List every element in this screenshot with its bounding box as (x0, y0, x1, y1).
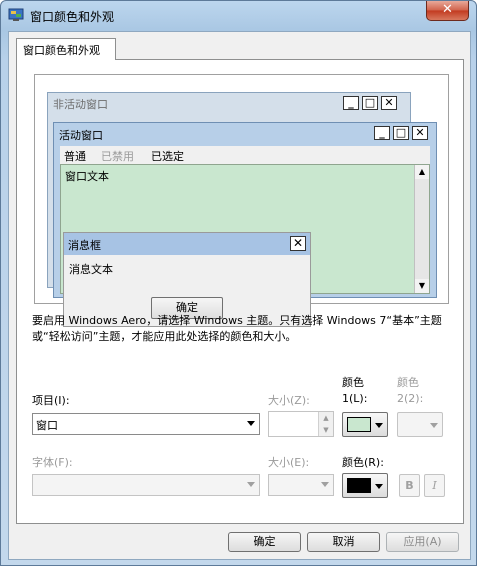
item-select-value: 窗口 (36, 419, 58, 432)
display-settings-icon (8, 8, 24, 21)
close-icon: ✕ (412, 126, 428, 140)
color2-button[interactable] (397, 412, 443, 437)
preview-menu-bar: 普通 已禁用 已选定 (60, 146, 430, 164)
dialog-client: 窗口颜色和外观 非活动窗口 _ □ ✕ 活动窗口 _ □ ✕ 普通 已禁用 已选… (8, 31, 471, 560)
appearance-preview: 非活动窗口 _ □ ✕ 活动窗口 _ □ ✕ 普通 已禁用 已选定 窗口文本 ▲… (34, 74, 449, 327)
item-select[interactable]: 窗口 (32, 413, 260, 435)
font-color-swatch (347, 478, 371, 493)
preview-desktop: 非活动窗口 _ □ ✕ 活动窗口 _ □ ✕ 普通 已禁用 已选定 窗口文本 ▲… (35, 75, 448, 327)
color1-swatch (347, 417, 371, 432)
spin-down-icon: ▼ (318, 424, 333, 436)
chevron-down-icon (247, 421, 255, 426)
item-label: 项目(I): (32, 394, 70, 407)
info-text: 要启用 Windows Aero，请选择 Windows 主题。只有选择 Win… (32, 314, 442, 343)
maximize-icon: □ (362, 96, 378, 110)
tab-panel: 非活动窗口 _ □ ✕ 活动窗口 _ □ ✕ 普通 已禁用 已选定 窗口文本 ▲… (16, 59, 464, 524)
apply-button[interactable]: 应用(A) (386, 532, 459, 552)
close-icon: ✕ (442, 2, 453, 17)
color2-label-line1: 颜色 (397, 376, 419, 389)
color2-label-line2: 2(2): (397, 392, 424, 405)
font-color-label: 颜色(R): (342, 456, 384, 469)
chevron-down-icon (375, 423, 383, 428)
message-box-title: 消息框 (68, 239, 101, 252)
dialog-window: 窗口颜色和外观 ✕ 窗口颜色和外观 非活动窗口 _ □ ✕ 活动窗口 _ □ ✕… (0, 0, 477, 566)
size2-select[interactable] (268, 474, 334, 496)
chevron-down-icon (321, 482, 329, 487)
size2-label: 大小(E): (268, 456, 310, 469)
message-text: 消息文本 (69, 263, 113, 276)
message-box-title-bar: 消息框 ✕ (64, 233, 310, 255)
active-window-title: 活动窗口 (59, 129, 103, 142)
cancel-button[interactable]: 取消 (307, 532, 380, 552)
ok-button[interactable]: 确定 (228, 532, 301, 552)
menu-item-selected[interactable]: 已选定 (151, 148, 184, 164)
window-close-button[interactable]: ✕ (426, 1, 469, 21)
color1-label-line2: 1(L): (342, 392, 368, 405)
maximize-icon: □ (393, 126, 409, 140)
chevron-down-icon (430, 423, 438, 428)
chevron-down-icon (247, 482, 255, 487)
scroll-up-icon: ▲ (415, 165, 429, 179)
color1-button[interactable] (342, 412, 388, 437)
bold-button[interactable]: B (399, 474, 420, 497)
tab-window-color-appearance[interactable]: 窗口颜色和外观 (16, 38, 116, 60)
close-icon: ✕ (290, 236, 306, 251)
font-color-button[interactable] (342, 473, 388, 498)
tab-label: 窗口颜色和外观 (23, 44, 100, 57)
minimize-icon: _ (343, 96, 359, 110)
size1-label: 大小(Z): (268, 394, 310, 407)
window-text: 窗口文本 (65, 170, 109, 183)
chevron-down-icon (375, 484, 383, 489)
inactive-window-title: 非活动窗口 (53, 98, 108, 111)
italic-button[interactable]: I (424, 474, 445, 497)
size1-spinner[interactable]: ▲ ▼ (268, 411, 334, 437)
minimize-icon: _ (374, 126, 390, 140)
title-bar: 窗口颜色和外观 ✕ (1, 1, 476, 31)
close-icon: ✕ (381, 96, 397, 110)
menu-item-disabled[interactable]: 已禁用 (101, 148, 134, 164)
spin-up-icon: ▲ (318, 412, 333, 424)
menu-item-normal[interactable]: 普通 (64, 148, 86, 164)
window-title: 窗口颜色和外观 (30, 10, 115, 24)
preview-scrollbar[interactable]: ▲ ▼ (414, 165, 429, 293)
font-select[interactable] (32, 474, 260, 496)
scroll-down-icon: ▼ (415, 279, 429, 293)
font-label: 字体(F): (32, 456, 73, 469)
color1-label-line1: 颜色 (342, 376, 364, 389)
